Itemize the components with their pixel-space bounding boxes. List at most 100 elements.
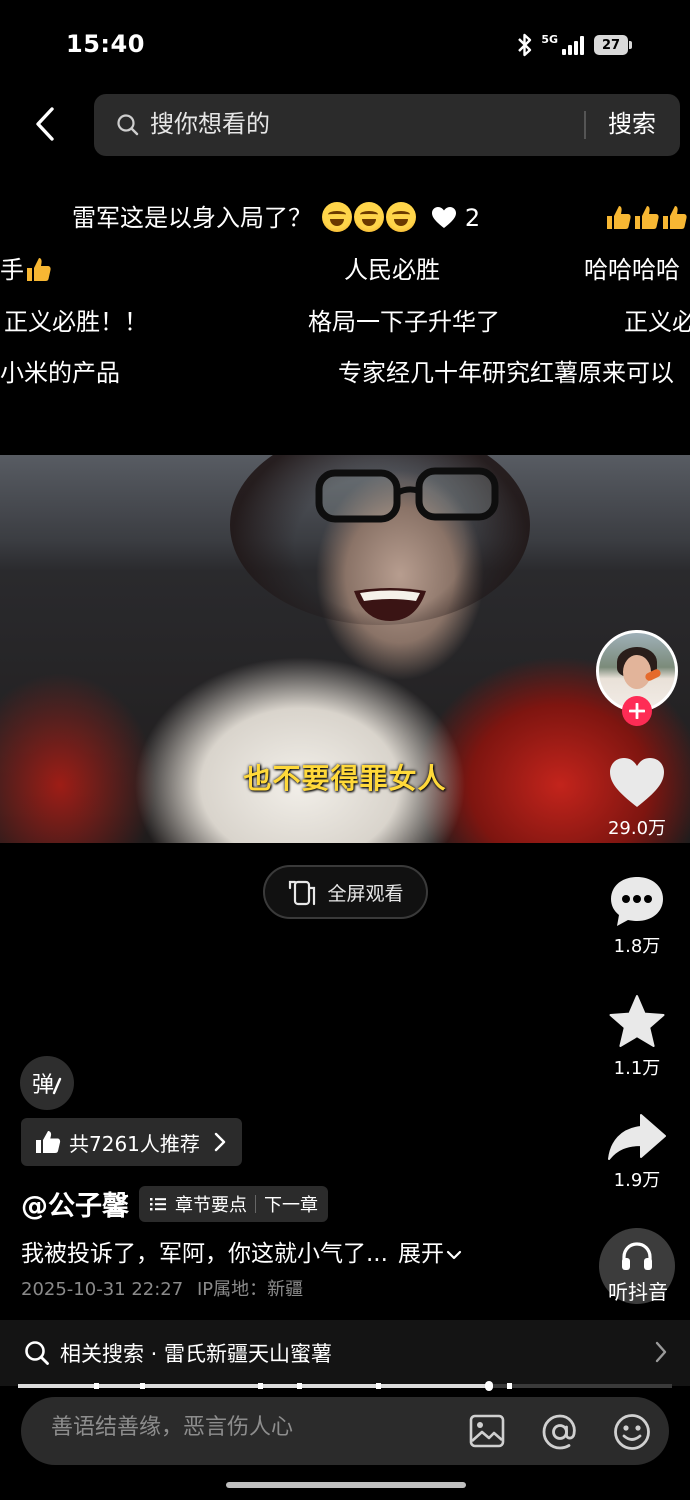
danmaku-item: 小米的产品 xyxy=(0,359,120,387)
danmaku-item: 哈哈哈哈 xyxy=(584,256,680,284)
thumbs-up-icon xyxy=(36,1131,61,1153)
chapter-separator xyxy=(255,1194,256,1213)
heart-icon xyxy=(432,207,457,228)
author-avatar-group xyxy=(596,630,678,726)
video-figure-glasses xyxy=(315,467,499,523)
battery-icon: 27 xyxy=(594,35,632,55)
video-caption: 我被投诉了，军阿，你这就小气了... 展开 xyxy=(21,1234,462,1268)
comment-bar xyxy=(21,1397,669,1465)
author-row: @公子馨 章节要点 下一章 xyxy=(21,1184,328,1223)
danmaku-item: 人民必胜 xyxy=(344,256,440,284)
chapter-points-button[interactable]: 章节要点 xyxy=(175,1191,247,1217)
video-figure-smile xyxy=(354,588,426,621)
chapter-mark xyxy=(94,1383,100,1389)
like-button[interactable]: 29.0万 xyxy=(592,756,682,840)
like-count: 29.0万 xyxy=(607,818,667,839)
danmaku-item: 格局一下子升华了 xyxy=(308,308,500,336)
chapter-mark xyxy=(506,1383,512,1389)
search-icon xyxy=(25,1341,49,1365)
related-search-bar[interactable]: 相关搜索 · 雷氏新疆天山蜜薯 xyxy=(0,1320,690,1386)
image-icon[interactable] xyxy=(469,1413,505,1449)
danmaku-item: 雷军这是以身入局了？ 2 xyxy=(72,202,480,234)
battery-level: 27 xyxy=(601,37,621,53)
headphones-icon xyxy=(622,1242,652,1270)
video-meta: 2025-10-31 22:27 IP属地：新疆 xyxy=(21,1275,311,1301)
ip-location: IP属地：新疆 xyxy=(196,1279,304,1300)
chapter-mark xyxy=(297,1383,303,1389)
search-input[interactable]: 搜你想看的 xyxy=(150,108,270,140)
fullscreen-rotate-icon xyxy=(289,880,316,906)
recommend-label: 共7261人推荐 xyxy=(69,1131,200,1156)
danmaku-toggle-label: 弹 xyxy=(31,1073,54,1098)
comment-input[interactable] xyxy=(51,1415,451,1440)
danmaku-like-count: 2 xyxy=(464,204,481,232)
fullscreen-label: 全屏观看 xyxy=(327,882,404,905)
chevron-right-icon xyxy=(655,1341,667,1363)
author-name[interactable]: @公子馨 xyxy=(21,1184,129,1223)
caption-expand-label: 展开 xyxy=(397,1241,444,1267)
next-chapter-button[interactable]: 下一章 xyxy=(264,1191,318,1217)
video-player[interactable]: 也不要得罪女人 xyxy=(0,455,690,843)
listen-label: 听抖音 xyxy=(608,1280,668,1304)
follow-button[interactable] xyxy=(622,696,652,726)
search-icon xyxy=(117,114,139,136)
emoji-icon[interactable] xyxy=(613,1413,651,1451)
post-date: 2025-10-31 22:27 xyxy=(21,1279,184,1300)
progress-knob[interactable] xyxy=(484,1381,493,1391)
danmaku-item: 专家经几十年研究红薯原来可以 xyxy=(338,359,674,387)
share-count: 1.9万 xyxy=(613,1170,661,1191)
bluetooth-icon xyxy=(518,33,532,57)
plus-icon xyxy=(629,703,645,719)
thumbs-up-emoji-icon xyxy=(663,206,687,229)
heart-icon xyxy=(610,758,664,807)
caption-expand-button[interactable]: 展开 xyxy=(398,1241,462,1267)
laugh-cry-emoji-icon xyxy=(353,202,384,232)
danmaku-item: 手 xyxy=(0,254,52,286)
favorite-button[interactable]: 1.1万 xyxy=(592,994,682,1080)
signal-icon xyxy=(562,35,584,55)
comment-button[interactable]: 1.8万 xyxy=(592,874,682,958)
fullscreen-button[interactable]: 全屏观看 xyxy=(263,865,428,919)
favorite-count: 1.1万 xyxy=(613,1058,661,1079)
thumbs-up-emoji-icon xyxy=(27,258,51,281)
network-type: 5G xyxy=(541,33,558,46)
chapter-mark xyxy=(375,1383,381,1389)
video-subtitle: 也不要得罪女人 xyxy=(243,762,447,795)
danmaku-text: 雷军这是以身入局了？ xyxy=(72,204,312,232)
laugh-cry-emoji-icon xyxy=(321,202,352,232)
danmaku-item: 正义必胜！！ xyxy=(4,308,148,336)
thumbs-up-emoji-icon xyxy=(607,206,631,229)
search-box[interactable]: 搜你想看的 搜索 xyxy=(94,94,680,156)
progress-fill xyxy=(18,1384,489,1388)
status-icons: 5G 27 xyxy=(515,32,632,58)
danmaku-toggle-button[interactable]: 弹 xyxy=(20,1056,74,1110)
chevron-left-icon xyxy=(36,107,54,141)
mention-icon[interactable] xyxy=(541,1413,579,1451)
laugh-cry-emoji-icon xyxy=(385,202,416,232)
share-button[interactable]: 1.9万 xyxy=(592,1112,682,1192)
danmaku-text: 手 xyxy=(0,256,24,284)
chapter-mark xyxy=(140,1383,146,1389)
comment-count: 1.8万 xyxy=(613,936,661,957)
status-bar: 15:40 5G 27 xyxy=(0,0,690,90)
danmaku-item: 正义必 xyxy=(624,308,690,336)
danmaku-slash-icon xyxy=(52,1077,62,1095)
chapter-pill: 章节要点 下一章 xyxy=(139,1185,328,1222)
recommend-button[interactable]: 共7261人推荐 xyxy=(21,1118,242,1166)
home-indicator[interactable] xyxy=(226,1482,466,1488)
star-icon xyxy=(609,995,665,1047)
list-icon xyxy=(150,1197,166,1210)
comment-icon xyxy=(611,877,663,926)
related-search-text: 相关搜索 · 雷氏新疆天山蜜薯 xyxy=(60,1342,333,1366)
thumbs-up-emoji-icon xyxy=(635,206,659,229)
search-divider xyxy=(584,111,586,139)
chevron-right-icon xyxy=(214,1132,226,1152)
chevron-down-icon xyxy=(446,1250,462,1260)
search-button[interactable]: 搜索 xyxy=(608,108,656,140)
chapter-mark xyxy=(257,1383,263,1389)
back-button[interactable] xyxy=(28,104,62,144)
caption-text: 我被投诉了，军阿，你这就小气了... xyxy=(21,1241,388,1267)
video-progress-bar[interactable] xyxy=(18,1381,672,1391)
danmaku-item xyxy=(604,202,688,234)
share-arrow-icon xyxy=(608,1114,666,1160)
